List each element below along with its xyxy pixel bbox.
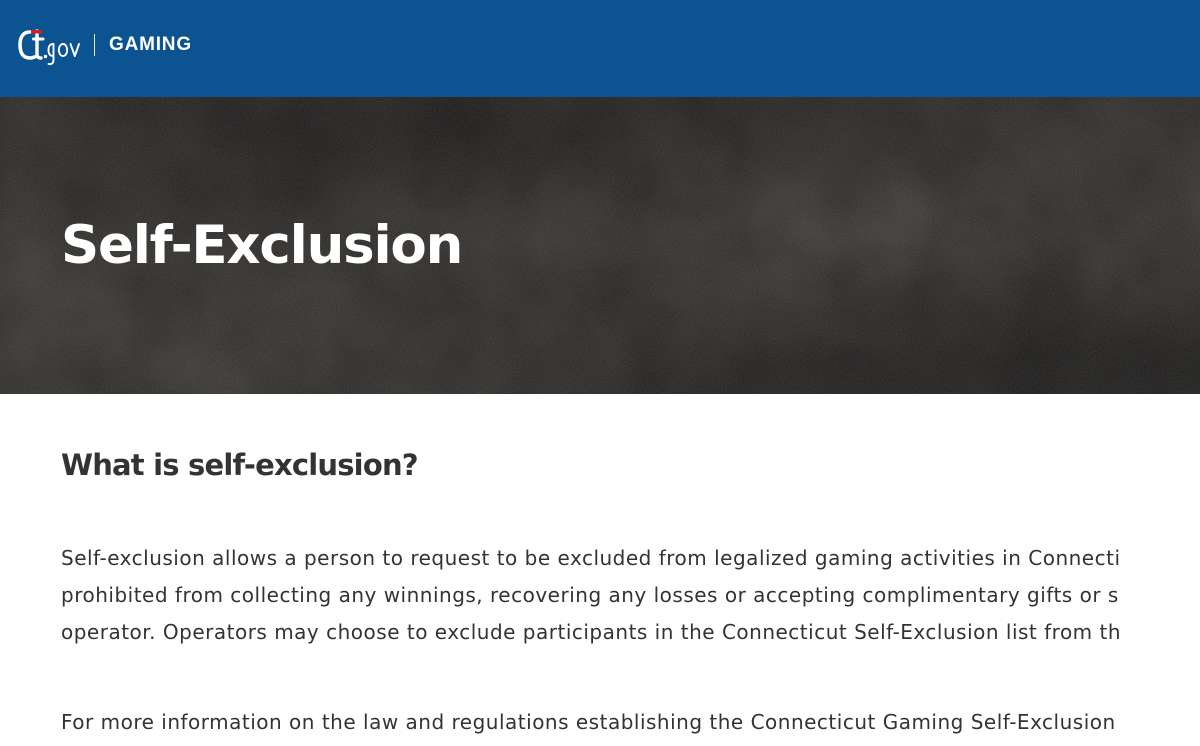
section-heading: What is self-exclusion? — [61, 448, 419, 482]
hero-banner: Self-Exclusion — [0, 97, 1200, 394]
site-name: GAMING — [109, 34, 192, 55]
page-title: Self-Exclusion — [61, 215, 463, 276]
intro-paragraph: Self-exclusion allows a person to reques… — [61, 540, 1121, 651]
paragraph-line: Self-exclusion allows a person to reques… — [61, 546, 1121, 570]
site-header: GAMING — [0, 0, 1200, 97]
more-info-paragraph: For more information on the law and regu… — [61, 704, 1116, 741]
brand-divider — [94, 34, 95, 56]
paragraph-line: prohibited from collecting any winnings,… — [61, 583, 1119, 607]
ct-gov-home-link[interactable]: GAMING — [18, 26, 192, 66]
ct-gov-logo-icon — [18, 29, 80, 66]
paragraph-line: operator. Operators may choose to exclud… — [61, 620, 1122, 644]
paragraph-line: For more information on the law and regu… — [61, 710, 1116, 734]
